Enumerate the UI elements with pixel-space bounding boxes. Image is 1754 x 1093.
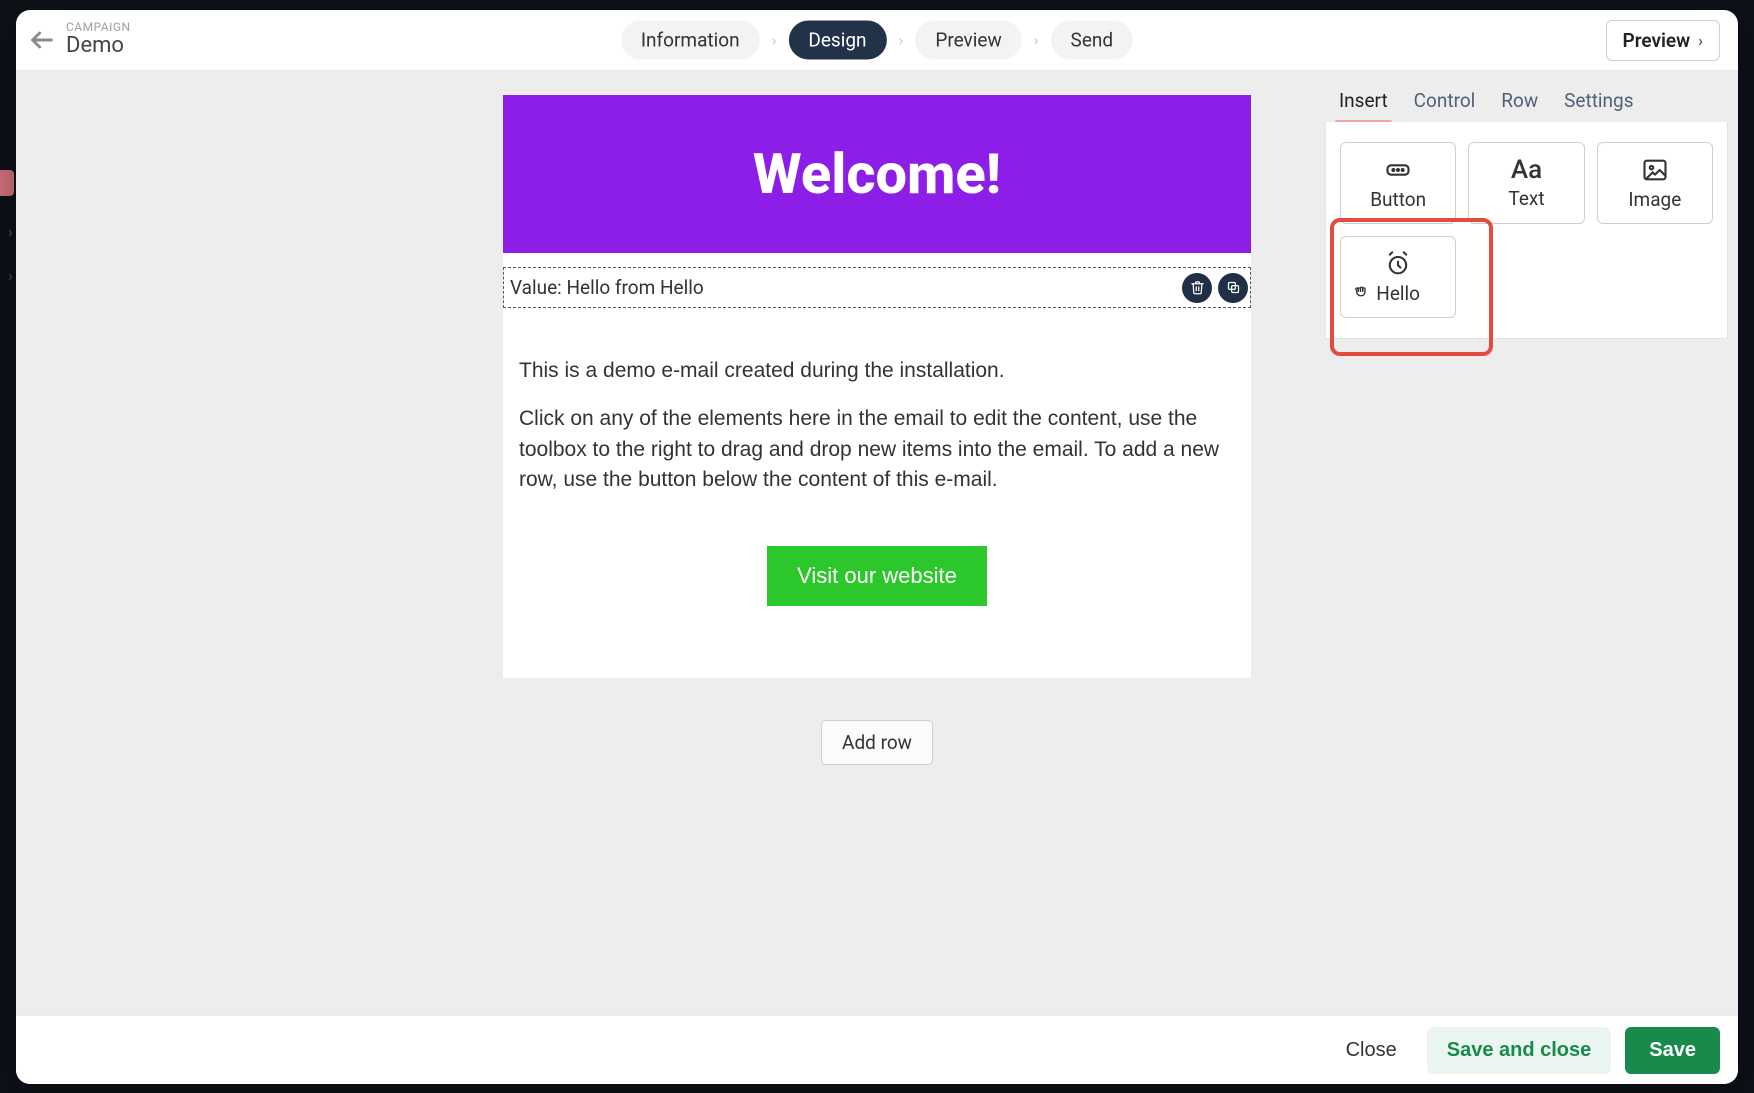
block-tile-image[interactable]: Image: [1597, 142, 1713, 224]
image-icon: [1641, 156, 1669, 184]
block-tile-label: Text: [1508, 187, 1544, 210]
back-arrow-icon[interactable]: [28, 26, 56, 54]
duplicate-block-button[interactable]: [1218, 273, 1248, 303]
tab-row[interactable]: Row: [1501, 89, 1538, 122]
grab-cursor-icon: [1352, 282, 1372, 302]
block-tile-label: Button: [1370, 188, 1426, 211]
save-button[interactable]: Save: [1625, 1027, 1720, 1074]
chevron-right-icon: ›: [1698, 31, 1703, 50]
tab-insert[interactable]: Insert: [1339, 89, 1388, 122]
step-design[interactable]: Design: [788, 21, 886, 60]
tab-settings[interactable]: Settings: [1564, 89, 1633, 122]
save-and-close-button[interactable]: Save and close: [1427, 1027, 1612, 1074]
block-tile-text[interactable]: Aa Text: [1468, 142, 1584, 224]
block-tile-label: Hello: [1376, 282, 1420, 305]
close-button[interactable]: Close: [1330, 1029, 1413, 1072]
email-body: Welcome! Value: Hello from Hello: [503, 95, 1251, 678]
step-information[interactable]: Information: [621, 21, 760, 60]
title-block: CAMPAIGN Demo: [66, 21, 131, 59]
copy-icon: [1226, 280, 1241, 295]
custom-block-value: Value: Hello from Hello: [510, 270, 1176, 305]
modal-window: CAMPAIGN Demo Information › Design › Pre…: [16, 10, 1738, 1084]
footer: Close Save and close Save: [16, 1015, 1738, 1084]
title-overline: CAMPAIGN: [66, 21, 131, 33]
panel-body: Button Aa Text Image Hello: [1325, 122, 1728, 339]
email-hero-title: Welcome!: [513, 141, 1241, 207]
text-icon: Aa: [1511, 157, 1542, 183]
step-preview[interactable]: Preview: [915, 21, 1021, 60]
email-text-block[interactable]: This is a demo e-mail created during the…: [503, 308, 1251, 524]
chevron-right-icon: ›: [893, 31, 910, 50]
trash-icon: [1190, 280, 1205, 295]
backdrop: › › CAMPAIGN Demo Information › Design ›…: [0, 0, 1754, 1093]
chevron-right-icon[interactable]: ›: [8, 266, 13, 285]
email-paragraph-1: This is a demo e-mail created during the…: [519, 356, 1235, 386]
tab-control[interactable]: Control: [1414, 89, 1476, 122]
email-cta-wrap: Visit our website: [503, 524, 1251, 678]
block-tile-hello[interactable]: Hello: [1340, 236, 1456, 318]
block-tile-label: Image: [1628, 188, 1681, 211]
chevron-right-icon: ›: [766, 31, 783, 50]
preview-button[interactable]: Preview ›: [1606, 20, 1721, 61]
editor-middle: Welcome! Value: Hello from Hello: [16, 71, 1738, 1015]
email-cta-button[interactable]: Visit our website: [767, 546, 987, 606]
email-paragraph-2: Click on any of the elements here in the…: [519, 404, 1235, 495]
delete-block-button[interactable]: [1182, 273, 1212, 303]
panel-tabs: Insert Control Row Settings: [1315, 71, 1738, 122]
block-tile-button[interactable]: Button: [1340, 142, 1456, 224]
block-grid: Button Aa Text Image Hello: [1340, 142, 1713, 318]
button-icon: [1384, 156, 1412, 184]
chevron-right-icon: ›: [1028, 31, 1045, 50]
add-row-button[interactable]: Add row: [821, 720, 933, 765]
email-hero[interactable]: Welcome!: [503, 95, 1251, 253]
preview-button-label: Preview: [1623, 29, 1691, 52]
selected-custom-block[interactable]: Value: Hello from Hello: [503, 267, 1251, 308]
canvas-inner: Welcome! Value: Hello from Hello: [266, 95, 1488, 807]
chevron-right-icon[interactable]: ›: [8, 222, 13, 241]
wizard-steps: Information › Design › Preview › Send: [621, 21, 1133, 60]
red-side-marker: [0, 170, 14, 196]
clock-icon: [1384, 250, 1412, 278]
add-row-wrap: Add row: [266, 678, 1488, 807]
topbar: CAMPAIGN Demo Information › Design › Pre…: [16, 10, 1738, 71]
page-title: Demo: [66, 33, 131, 59]
step-send[interactable]: Send: [1051, 21, 1134, 60]
